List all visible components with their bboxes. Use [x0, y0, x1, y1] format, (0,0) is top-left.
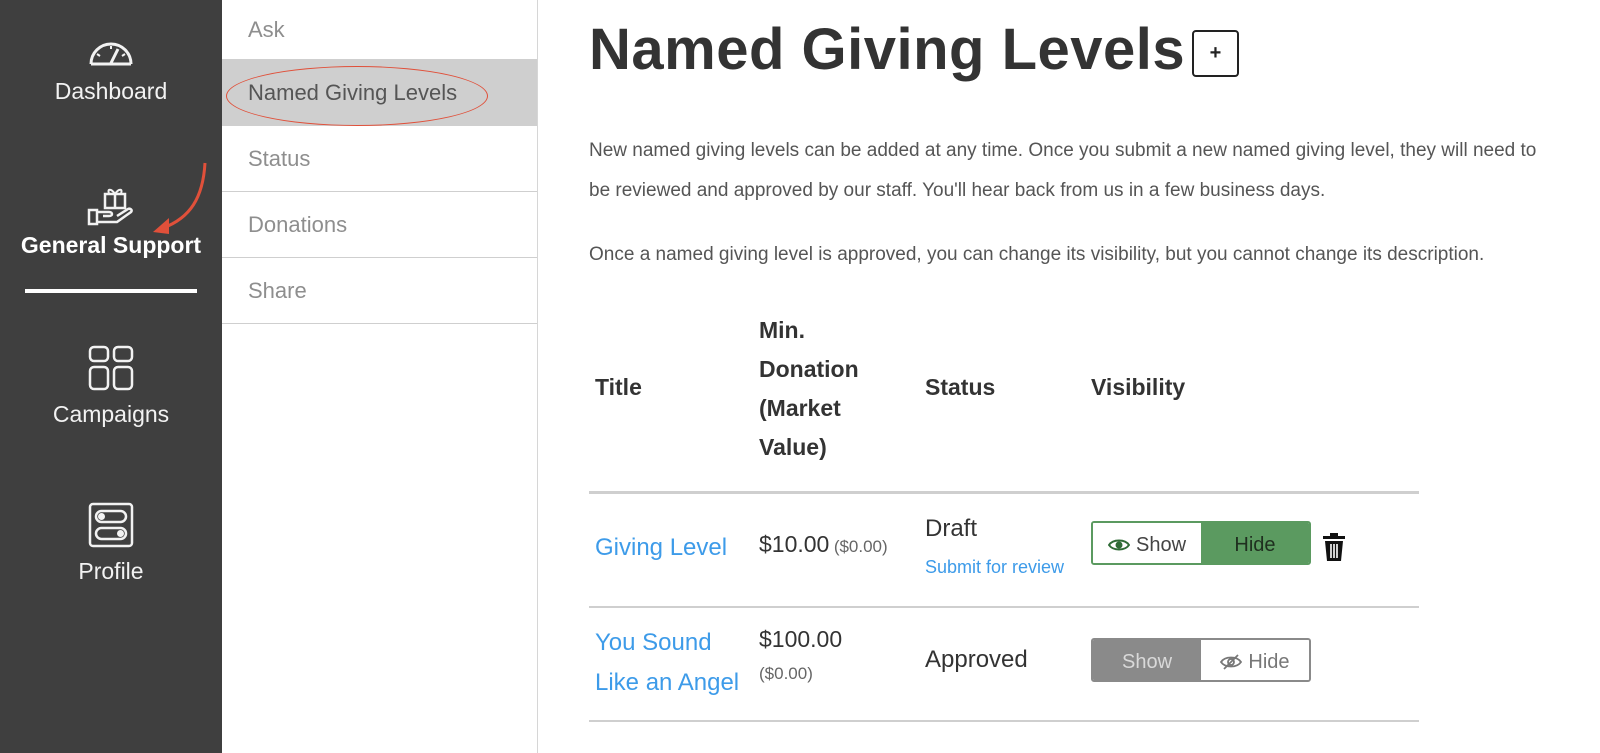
active-indicator: [25, 289, 197, 293]
intro-line-1: New named giving levels can be added at …: [589, 140, 1537, 161]
eye-slash-icon: [1220, 654, 1243, 670]
min-donation-cell: $100.00 ($0.00): [759, 626, 842, 684]
subnav-item-ask[interactable]: Ask: [222, 0, 537, 60]
subnav-label: Named Giving Levels: [248, 79, 458, 105]
grid-icon: [88, 345, 134, 391]
nav-label: Dashboard: [54, 78, 168, 104]
visibility-toggle[interactable]: Show Hide: [1091, 638, 1311, 682]
hide-option[interactable]: Hide: [1201, 523, 1309, 563]
main-sidebar: Dashboard General Support Campaigns Prof…: [0, 0, 222, 753]
row-divider: [589, 720, 1419, 722]
min-donation-cell: $10.00 ($0.00): [759, 531, 888, 558]
show-label: Show: [1135, 533, 1187, 556]
submit-for-review-link[interactable]: Submit for review: [925, 557, 1064, 578]
subnav-item-donations[interactable]: Donations: [222, 192, 537, 258]
subnav-label: Status: [248, 145, 311, 171]
show-option[interactable]: Show: [1093, 640, 1201, 680]
giving-level-title-link[interactable]: Giving Level: [595, 528, 727, 568]
subnav-label: Ask: [248, 16, 285, 42]
section-subnav: Ask Named Giving Levels Status Donations…: [222, 0, 538, 753]
hide-label: Hide: [1248, 650, 1290, 673]
intro-paragraph: New named giving levels can be added at …: [589, 131, 1579, 211]
status-text: Draft: [925, 515, 978, 542]
visibility-toggle[interactable]: Show Hide: [1091, 521, 1311, 565]
page-title: Named Giving Levels: [589, 17, 1186, 82]
nav-label: Campaigns: [52, 401, 170, 427]
subnav-label: Share: [248, 277, 307, 303]
annotation-arrow: [153, 162, 207, 234]
show-label: Show: [1121, 650, 1173, 673]
subnav-item-status[interactable]: Status: [222, 126, 537, 192]
toggles-icon: [88, 502, 134, 548]
add-giving-level-button[interactable]: +: [1192, 30, 1239, 77]
col-header-min-donation: Min. Donation (Market Value): [759, 311, 859, 467]
nav-item-profile[interactable]: Profile: [0, 502, 222, 585]
subnav-item-share[interactable]: Share: [222, 258, 537, 324]
col-header-title: Title: [595, 374, 642, 400]
header-line: (Market: [759, 395, 841, 421]
title-line: Like an Angel: [595, 669, 740, 696]
approval-note: Once a named giving level is approved, y…: [589, 244, 1485, 265]
col-header-visibility: Visibility: [1091, 374, 1186, 400]
hide-option[interactable]: Hide: [1201, 640, 1309, 680]
nav-item-dashboard[interactable]: Dashboard: [0, 34, 222, 105]
header-line: Donation: [759, 356, 859, 382]
show-option[interactable]: Show: [1093, 523, 1201, 563]
header-line: Value): [759, 434, 827, 460]
market-value: ($0.00): [759, 664, 813, 683]
giving-level-title-link[interactable]: You Sound Like an Angel: [595, 623, 739, 703]
header-line: Min.: [759, 317, 805, 343]
market-value: ($0.00): [833, 537, 888, 556]
header-divider: [589, 491, 1419, 494]
title-line: You Sound: [595, 629, 712, 656]
status-text: Approved: [925, 646, 1028, 673]
gauge-icon: [89, 42, 133, 66]
intro-line-2: be reviewed and approved by our staff. Y…: [589, 180, 1326, 201]
subnav-label: Donations: [248, 211, 348, 237]
row-divider: [589, 606, 1419, 608]
subnav-item-named-giving-levels[interactable]: Named Giving Levels: [222, 60, 537, 126]
nav-item-campaigns[interactable]: Campaigns: [0, 345, 222, 428]
hide-label: Hide: [1234, 533, 1276, 556]
gift-hand-icon: [87, 188, 133, 226]
donation-amount: $100.00: [759, 626, 843, 652]
donation-amount: $10.00: [759, 531, 830, 557]
eye-icon: [1107, 539, 1130, 551]
nav-label: Profile: [78, 558, 144, 584]
col-header-status: Status: [925, 374, 996, 400]
trash-icon[interactable]: [1322, 533, 1346, 561]
